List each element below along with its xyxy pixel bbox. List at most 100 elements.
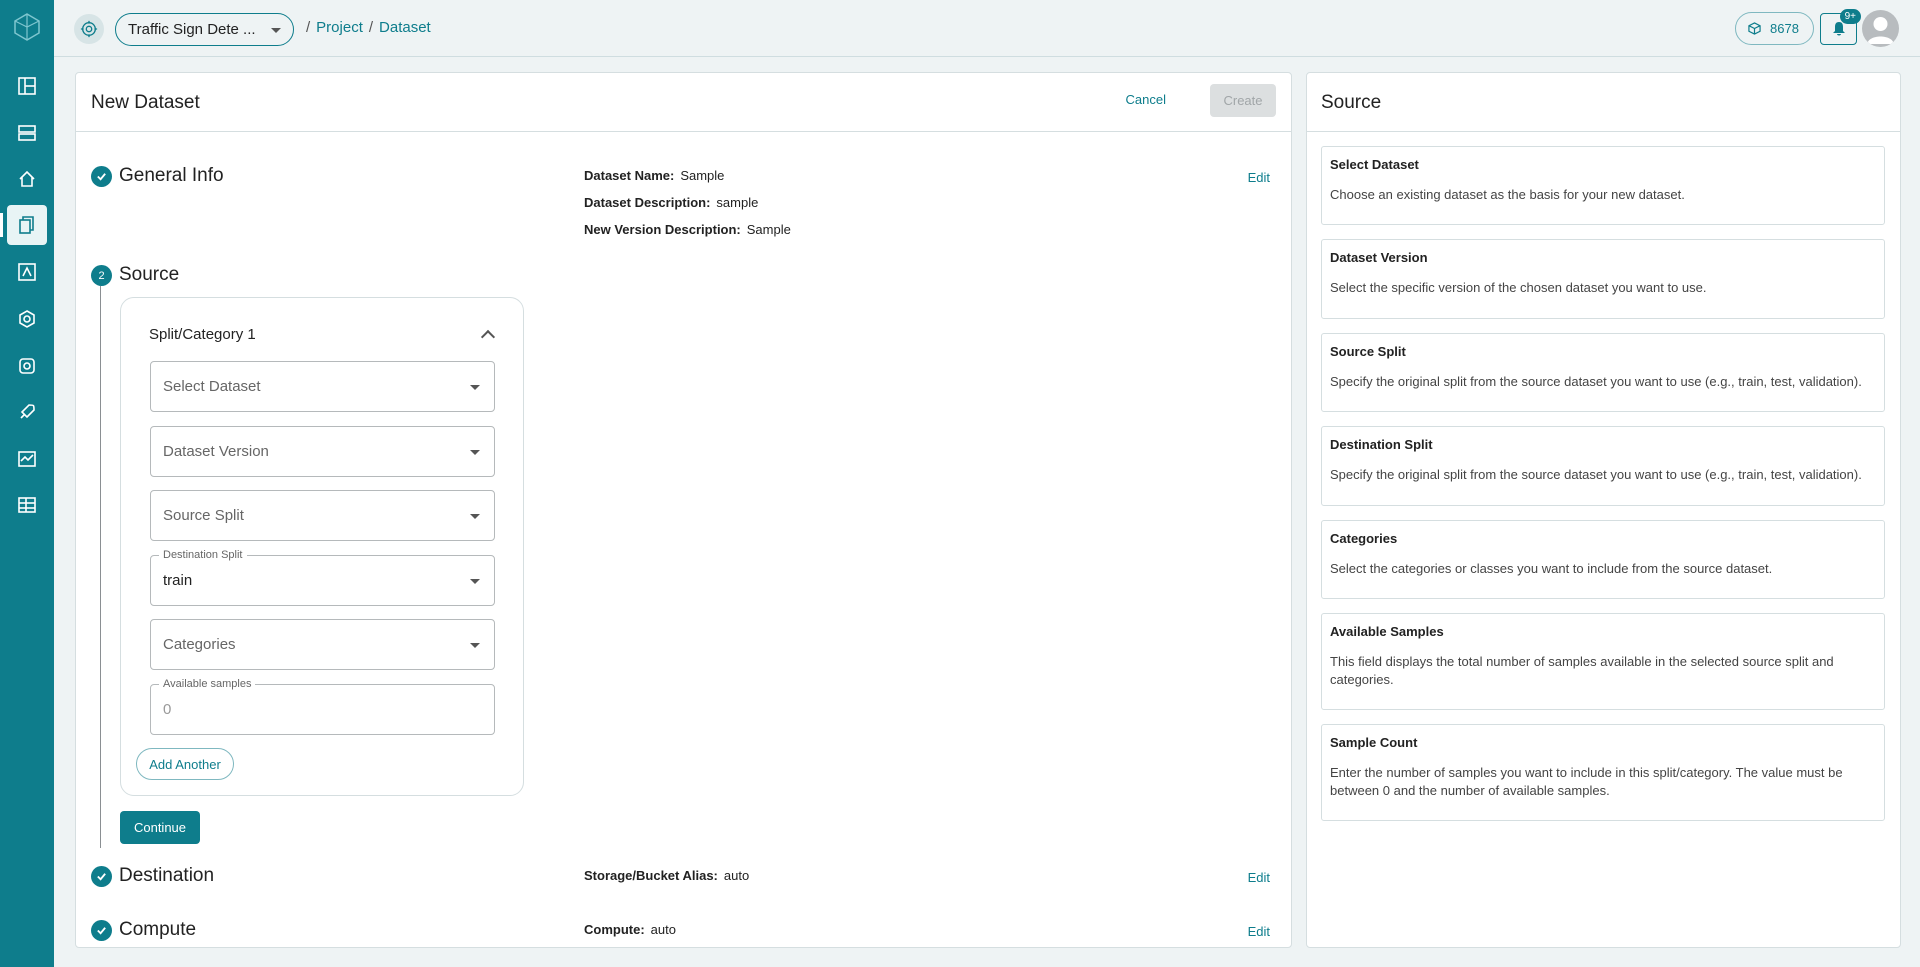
logo-icon[interactable] [12, 12, 42, 42]
credits-badge[interactable]: 8678 [1735, 12, 1814, 45]
destination-split-label: Destination Split [159, 549, 247, 561]
storage-alias-label: Storage/Bucket Alias: [584, 868, 718, 883]
dataset-description-label: Dataset Description: [584, 195, 711, 210]
notification-count-badge: 9+ [1839, 9, 1861, 24]
help-panel-title: Source [1321, 92, 1382, 113]
notifications-button[interactable]: 9+ [1820, 9, 1861, 45]
available-samples-field: Available samples 0 [150, 678, 495, 735]
help-item-select-dataset: Select Dataset Choose an existing datase… [1321, 146, 1885, 225]
help-item-title: Categories [1330, 531, 1398, 546]
available-samples-label: Available samples [159, 678, 256, 690]
help-item-categories: Categories Select the categories or clas… [1321, 520, 1885, 599]
edit-compute-link[interactable]: Edit [1248, 924, 1270, 939]
help-item-desc: Select the categories or classes you wan… [1330, 561, 1773, 576]
cube-icon [1748, 22, 1761, 35]
dropdown-arrow-icon [470, 450, 480, 455]
help-item-desc: Choose an existing dataset as the basis … [1330, 187, 1685, 202]
chevron-down-icon [271, 28, 281, 33]
breadcrumb-separator: / [306, 19, 311, 36]
dataset-name-row: Dataset Name: Sample [584, 168, 724, 183]
models-icon[interactable] [7, 299, 47, 339]
top-bar: Traffic Sign Dete ... / Project / Dataset 8… [54, 0, 1920, 57]
table-icon[interactable] [7, 485, 47, 525]
compute-label: Compute: [584, 922, 645, 937]
help-item-desc: Specify the original split from the sour… [1330, 374, 1862, 389]
split-category-card: Split/Category 1 Select Dataset Dataset … [120, 297, 524, 796]
project-name: Traffic Sign Dete ... [128, 21, 256, 38]
help-item-title: Destination Split [1330, 437, 1433, 452]
select-dataset-placeholder: Select Dataset [163, 378, 261, 395]
continue-button[interactable]: Continue [120, 811, 200, 844]
home-icon[interactable] [7, 159, 47, 199]
storage-alias-value: auto [723, 868, 750, 883]
check-icon [91, 920, 112, 941]
project-icon[interactable] [74, 14, 104, 44]
compute-value: auto [650, 922, 676, 937]
project-selector[interactable]: Traffic Sign Dete ... [115, 13, 294, 46]
dropdown-arrow-icon [470, 643, 480, 648]
breadcrumb-project[interactable]: Project [316, 19, 363, 36]
categories-placeholder: Categories [163, 636, 236, 653]
settings-icon[interactable] [7, 346, 47, 386]
add-another-button[interactable]: Add Another [136, 748, 234, 780]
source-help-panel: Source Select Dataset Choose an existing… [1306, 72, 1901, 948]
source-split-placeholder: Source Split [163, 507, 244, 524]
dataset-name-label: Dataset Name: [584, 168, 675, 183]
edit-general-info-link[interactable]: Edit [1248, 170, 1270, 185]
check-icon [91, 166, 112, 187]
edit-destination-link[interactable]: Edit [1248, 870, 1270, 885]
breadcrumb-dataset[interactable]: Dataset [379, 19, 431, 36]
breadcrumb: / Project / Dataset [300, 19, 431, 36]
storage-icon[interactable] [7, 113, 47, 153]
destination-title: Destination [119, 865, 215, 886]
help-item-title: Source Split [1330, 344, 1406, 359]
help-item-title: Sample Count [1330, 735, 1418, 750]
compute-row: Compute: auto [584, 922, 676, 937]
dashboard-icon[interactable] [7, 66, 47, 106]
step-number-badge: 2 [91, 265, 112, 286]
version-description-label: New Version Description: [584, 222, 741, 237]
source-title: Source [119, 264, 180, 285]
help-item-title: Select Dataset [1330, 157, 1419, 172]
page-title: New Dataset [91, 92, 200, 113]
source-split-dropdown[interactable]: Source Split [150, 490, 495, 541]
create-button[interactable]: Create [1210, 84, 1276, 117]
annotation-icon[interactable] [7, 252, 47, 292]
dataset-description-row: Dataset Description: sample [584, 195, 758, 210]
help-item-title: Available Samples [1330, 624, 1444, 639]
check-icon [91, 866, 112, 887]
categories-dropdown[interactable]: Categories [150, 619, 495, 670]
help-item-desc: Specify the original split from the sour… [1330, 467, 1862, 482]
form-header: New Dataset Cancel Create [76, 73, 1291, 132]
storage-alias-row: Storage/Bucket Alias: auto [584, 868, 749, 883]
help-item-sample-count: Sample Count Enter the number of samples… [1321, 724, 1885, 821]
help-item-dataset-version: Dataset Version Select the specific vers… [1321, 239, 1885, 319]
dropdown-arrow-icon [470, 579, 480, 584]
dataset-version-placeholder: Dataset Version [163, 443, 269, 460]
step-connector-line [100, 286, 101, 848]
avatar[interactable] [1862, 10, 1899, 47]
help-item-desc: Enter the number of samples you want to … [1330, 765, 1843, 798]
chevron-up-icon[interactable] [480, 329, 496, 345]
breadcrumb-separator: / [368, 19, 374, 36]
credits-value: 8678 [1770, 21, 1799, 36]
dropdown-arrow-icon [470, 385, 480, 390]
help-item-title: Dataset Version [1330, 250, 1428, 265]
destination-split-dropdown[interactable]: Destination Split train [150, 549, 495, 606]
dataset-version-dropdown[interactable]: Dataset Version [150, 426, 495, 477]
datasets-icon[interactable] [0, 205, 47, 245]
dataset-name-value: Sample [680, 168, 725, 183]
dropdown-arrow-icon [470, 514, 480, 519]
version-description-value: Sample [746, 222, 791, 237]
select-dataset-dropdown[interactable]: Select Dataset [150, 361, 495, 412]
sidebar-nav [0, 0, 54, 967]
cancel-button[interactable]: Cancel [1126, 92, 1166, 107]
help-item-source-split: Source Split Specify the original split … [1321, 333, 1885, 412]
split-category-title: Split/Category 1 [149, 326, 256, 343]
deploy-icon[interactable] [7, 392, 47, 432]
help-item-destination-split: Destination Split Specify the original s… [1321, 426, 1885, 506]
available-samples-value: 0 [163, 701, 172, 718]
general-info-title: General Info [119, 165, 224, 186]
monitoring-icon[interactable] [7, 439, 47, 479]
help-panel-header: Source [1307, 73, 1900, 132]
